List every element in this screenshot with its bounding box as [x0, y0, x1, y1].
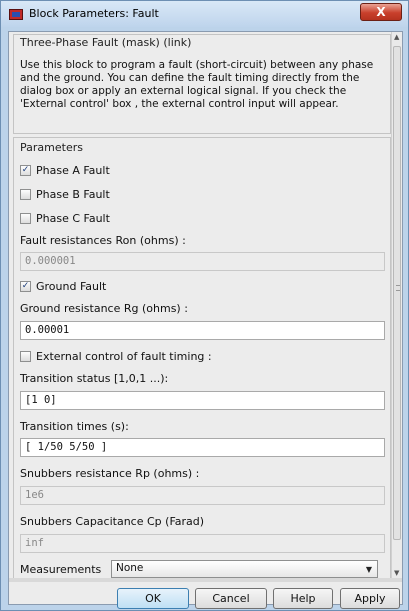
ground-resistance-input[interactable]: 0.00001	[20, 321, 385, 340]
scrollbar-grip-icon	[396, 285, 400, 291]
parameters-title: Parameters	[20, 141, 83, 154]
apply-button[interactable]: Apply	[340, 588, 400, 609]
external-control-checkbox[interactable]	[20, 351, 31, 362]
snubbers-capacitance-label: Snubbers Capacitance Cp (Farad)	[20, 515, 205, 528]
transition-status-label: Transition status [1,0,1 ...):	[20, 372, 169, 385]
dropdown-arrow-icon: ▼	[365, 565, 372, 574]
scroll-up-icon[interactable]: ▲	[394, 33, 399, 41]
transition-times-label: Transition times (s):	[20, 420, 129, 433]
scrollbar-thumb[interactable]	[393, 46, 401, 540]
snubbers-resistance-label: Snubbers resistance Rp (ohms) :	[20, 467, 200, 480]
ground-fault-label: Ground Fault	[36, 280, 107, 293]
window-title: Block Parameters: Fault	[29, 7, 159, 20]
mask-description-group: Three-Phase Fault (mask) (link) Use this…	[13, 34, 391, 134]
close-button[interactable]: X	[360, 3, 402, 21]
fault-resistance-label: Fault resistances Ron (ohms) :	[20, 234, 186, 247]
simulink-block-icon	[9, 9, 23, 20]
measurements-select[interactable]: None ▼	[111, 560, 378, 578]
help-button[interactable]: Help	[273, 588, 333, 609]
mask-title: Three-Phase Fault (mask) (link)	[20, 36, 192, 49]
vertical-scrollbar[interactable]: ▲ ▼	[391, 32, 402, 578]
phase-a-label: Phase A Fault	[36, 164, 110, 177]
parameters-group: Parameters ✓ Phase A Fault Phase B Fault…	[13, 137, 391, 578]
snubbers-capacitance-input[interactable]: inf	[20, 534, 385, 553]
cancel-button[interactable]: Cancel	[195, 588, 267, 609]
mask-description: Use this block to program a fault (short…	[20, 59, 374, 110]
fault-resistance-input[interactable]: 0.000001	[20, 252, 385, 271]
measurements-value: None	[116, 562, 144, 574]
ok-button[interactable]: OK	[117, 588, 189, 609]
phase-b-label: Phase B Fault	[36, 188, 110, 201]
ground-fault-checkbox[interactable]: ✓	[20, 281, 31, 292]
scroll-content: Three-Phase Fault (mask) (link) Use this…	[9, 32, 393, 578]
phase-b-checkbox[interactable]	[20, 189, 31, 200]
snubbers-resistance-input[interactable]: 1e6	[20, 486, 385, 505]
dialog-client-area: Three-Phase Fault (mask) (link) Use this…	[8, 31, 403, 609]
external-control-label: External control of fault timing :	[36, 350, 212, 363]
scroll-down-icon[interactable]: ▼	[394, 569, 399, 577]
content-divider	[9, 578, 402, 582]
phase-c-checkbox[interactable]	[20, 213, 31, 224]
transition-status-input[interactable]: [1 0]	[20, 391, 385, 410]
phase-c-label: Phase C Fault	[36, 212, 110, 225]
dialog-window: Block Parameters: Fault X Three-Phase Fa…	[0, 0, 409, 611]
measurements-label: Measurements	[20, 563, 102, 576]
title-bar[interactable]: Block Parameters: Fault X	[1, 1, 408, 27]
transition-times-input[interactable]: [ 1/50 5/50 ]	[20, 438, 385, 457]
phase-a-checkbox[interactable]: ✓	[20, 165, 31, 176]
ground-resistance-label: Ground resistance Rg (ohms) :	[20, 302, 188, 315]
